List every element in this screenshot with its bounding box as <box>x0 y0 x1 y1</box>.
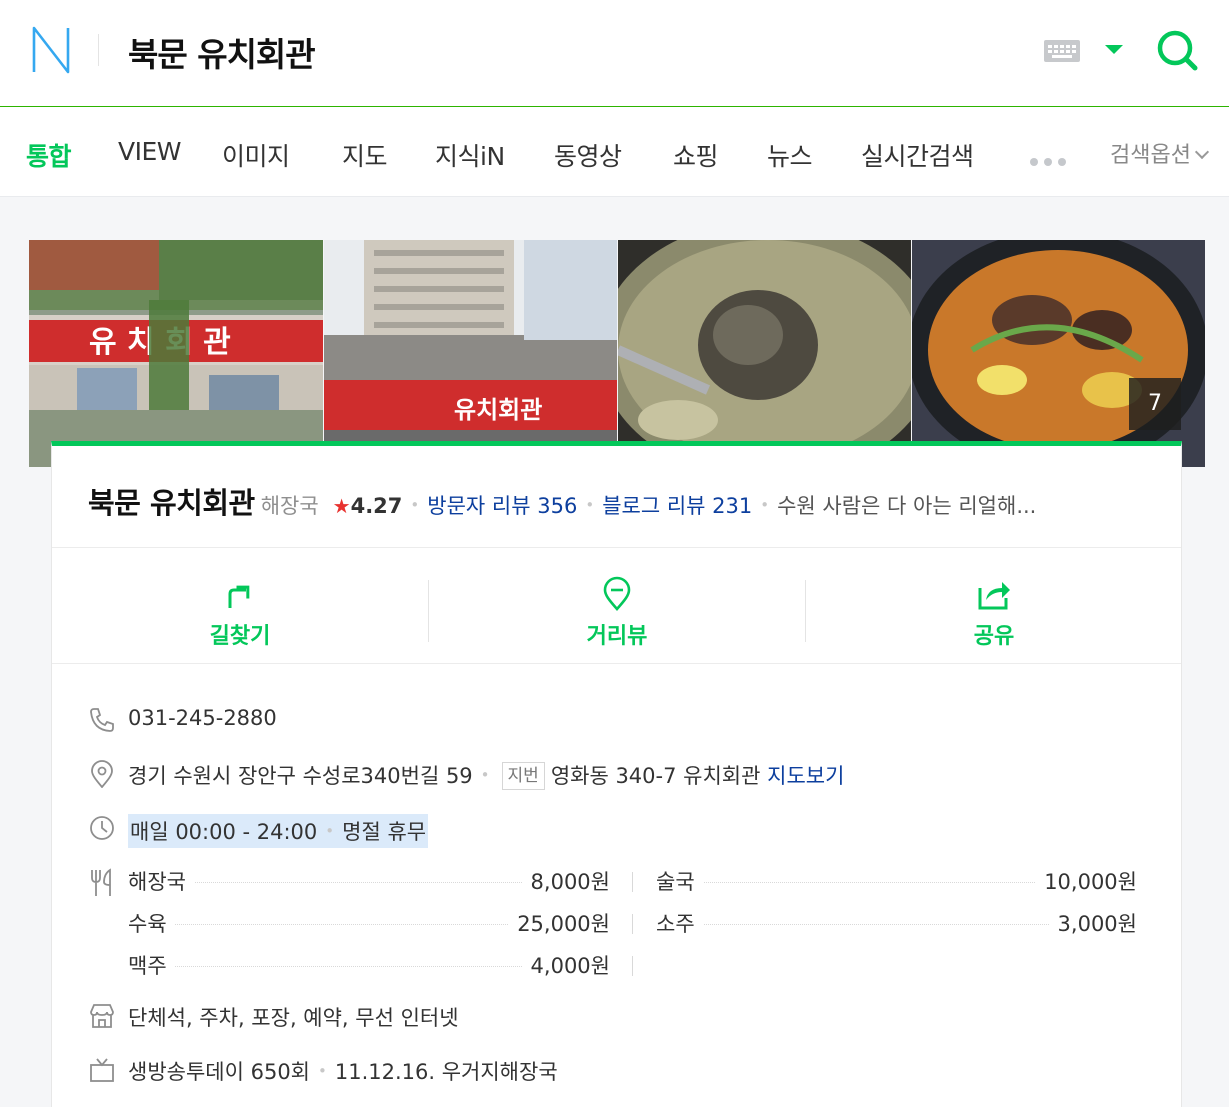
map-view-link[interactable]: 지도보기 <box>767 764 844 788</box>
menu-item-price: 8,000원 <box>522 866 610 896</box>
search-icon[interactable] <box>1155 28 1199 72</box>
menu-item-price: 3,000원 <box>1049 908 1137 938</box>
tv-show[interactable]: 생방송투데이 650회 <box>128 1060 310 1084</box>
tab-integrated[interactable]: 통합 <box>26 137 72 173</box>
search-options-label: 검색옵션 <box>1110 143 1191 168</box>
tab-map[interactable]: 지도 <box>342 137 388 173</box>
menu-item-name: 술국 <box>656 866 703 896</box>
place-description[interactable]: 수원 사람은 다 아는 리얼해... <box>777 494 1036 518</box>
photo-haejangguk[interactable] <box>618 240 911 467</box>
search-query-input[interactable]: 북문 유치회관 <box>128 28 316 76</box>
street-view-button[interactable]: 거리뷰 <box>429 576 805 650</box>
menu-item-name: 해장국 <box>128 866 194 896</box>
fork-knife-icon <box>91 868 111 896</box>
menu-divider <box>632 914 633 934</box>
menu-divider <box>632 956 633 976</box>
street-view-label: 거리뷰 <box>586 624 648 649</box>
jibun-badge: 지번 <box>501 762 545 790</box>
tab-images[interactable]: 이미지 <box>222 137 290 173</box>
directions-icon <box>228 585 250 608</box>
header-divider <box>98 34 99 66</box>
visitor-reviews-link[interactable]: 방문자 리뷰 356 <box>427 494 577 518</box>
tab-news[interactable]: 뉴스 <box>767 137 813 173</box>
blog-reviews-link[interactable]: 블로그 리뷰 231 <box>602 494 752 518</box>
photo-count-badge[interactable]: 7 <box>1129 378 1181 430</box>
menu-item-price: 10,000원 <box>1036 866 1137 896</box>
tv-icon <box>90 1058 114 1082</box>
menu-item: 소주 3,000원 <box>656 908 1137 938</box>
share-label: 공유 <box>973 624 1015 649</box>
divider <box>52 547 1181 548</box>
chevron-down-icon <box>1194 144 1210 160</box>
directions-button[interactable]: 길찾기 <box>52 576 428 650</box>
menu-item-name: 소주 <box>656 908 703 938</box>
place-rating: 4.27 <box>350 494 403 518</box>
place-name[interactable]: 북문 유치회관 <box>88 486 255 520</box>
star-icon: ★ <box>332 494 351 518</box>
share-button[interactable]: 공유 <box>806 576 1182 650</box>
place-category: 해장국 <box>260 494 319 518</box>
search-tabs: 통합 VIEW 이미지 지도 지식iN 동영상 쇼핑 뉴스 실시간검색 검색옵션 <box>0 107 1229 197</box>
menu-item: 술국 10,000원 <box>656 866 1137 896</box>
search-header: 북문 유치회관 <box>0 0 1229 107</box>
clock-icon <box>90 816 114 840</box>
place-card: 북문 유치회관 해장국 ★4.27 • 방문자 리뷰 356 • 블로그 리뷰 231 • 수원… <box>51 441 1182 1107</box>
svg-text:유치회관: 유치회관 <box>454 396 542 424</box>
search-options-button[interactable]: 검색옵션 <box>1110 137 1210 169</box>
keyboard-icon[interactable] <box>1044 40 1080 62</box>
menu-item: 수육 25,000원 <box>128 908 610 938</box>
directions-label: 길찾기 <box>209 624 271 649</box>
business-hours[interactable]: 매일 00:00 - 24:00 • 명절 휴무 <box>128 814 429 848</box>
place-title-row: 북문 유치회관 해장국 ★4.27 • 방문자 리뷰 356 • 블로그 리뷰 231 • 수원… <box>88 486 1037 520</box>
share-icon <box>978 582 1010 610</box>
hours-text: 매일 00:00 - 24:00 <box>130 820 318 844</box>
naver-logo-icon[interactable] <box>30 24 72 76</box>
menu-item: 맥주 4,000원 <box>128 950 610 980</box>
photo-storefront[interactable]: 유 치 회 관 <box>29 240 323 467</box>
tab-knowledge-in[interactable]: 지식iN <box>435 137 505 173</box>
more-tabs-icon[interactable] <box>1030 151 1074 166</box>
divider <box>52 663 1181 664</box>
holiday-text: 명절 휴무 <box>342 820 427 844</box>
store-icon <box>90 1004 114 1028</box>
phone-icon <box>90 708 114 732</box>
tab-video[interactable]: 동영상 <box>554 137 622 173</box>
menu-item-price: 25,000원 <box>509 908 610 938</box>
menu-item-name: 맥주 <box>128 950 175 980</box>
tab-shopping[interactable]: 쇼핑 <box>673 137 719 173</box>
street-view-icon <box>603 576 631 611</box>
amenities-text: 단체석, 주차, 포장, 예약, 무선 인터넷 <box>128 1006 459 1030</box>
tab-view[interactable]: VIEW <box>118 137 182 166</box>
menu-item-name: 수육 <box>128 908 175 938</box>
photo-red-soup[interactable] <box>912 240 1205 467</box>
jibun-address: 영화동 340-7 유치회관 <box>550 764 761 788</box>
caret-down-icon[interactable] <box>1105 45 1123 54</box>
menu-item-price: 4,000원 <box>522 950 610 980</box>
tab-realtime[interactable]: 실시간검색 <box>861 137 974 173</box>
photo-building[interactable]: 유치회관 <box>324 240 617 467</box>
phone-number[interactable]: 031-245-2880 <box>128 706 277 730</box>
place-photos: 유 치 회 관 유치회관 <box>29 240 1205 467</box>
menu-divider <box>632 872 633 892</box>
tv-detail: 11.12.16. 우거지해장국 <box>334 1060 558 1084</box>
road-address: 경기 수원시 장안구 수성로340번길 59 <box>128 764 473 788</box>
location-pin-icon <box>91 760 113 788</box>
menu-item: 해장국 8,000원 <box>128 866 610 896</box>
